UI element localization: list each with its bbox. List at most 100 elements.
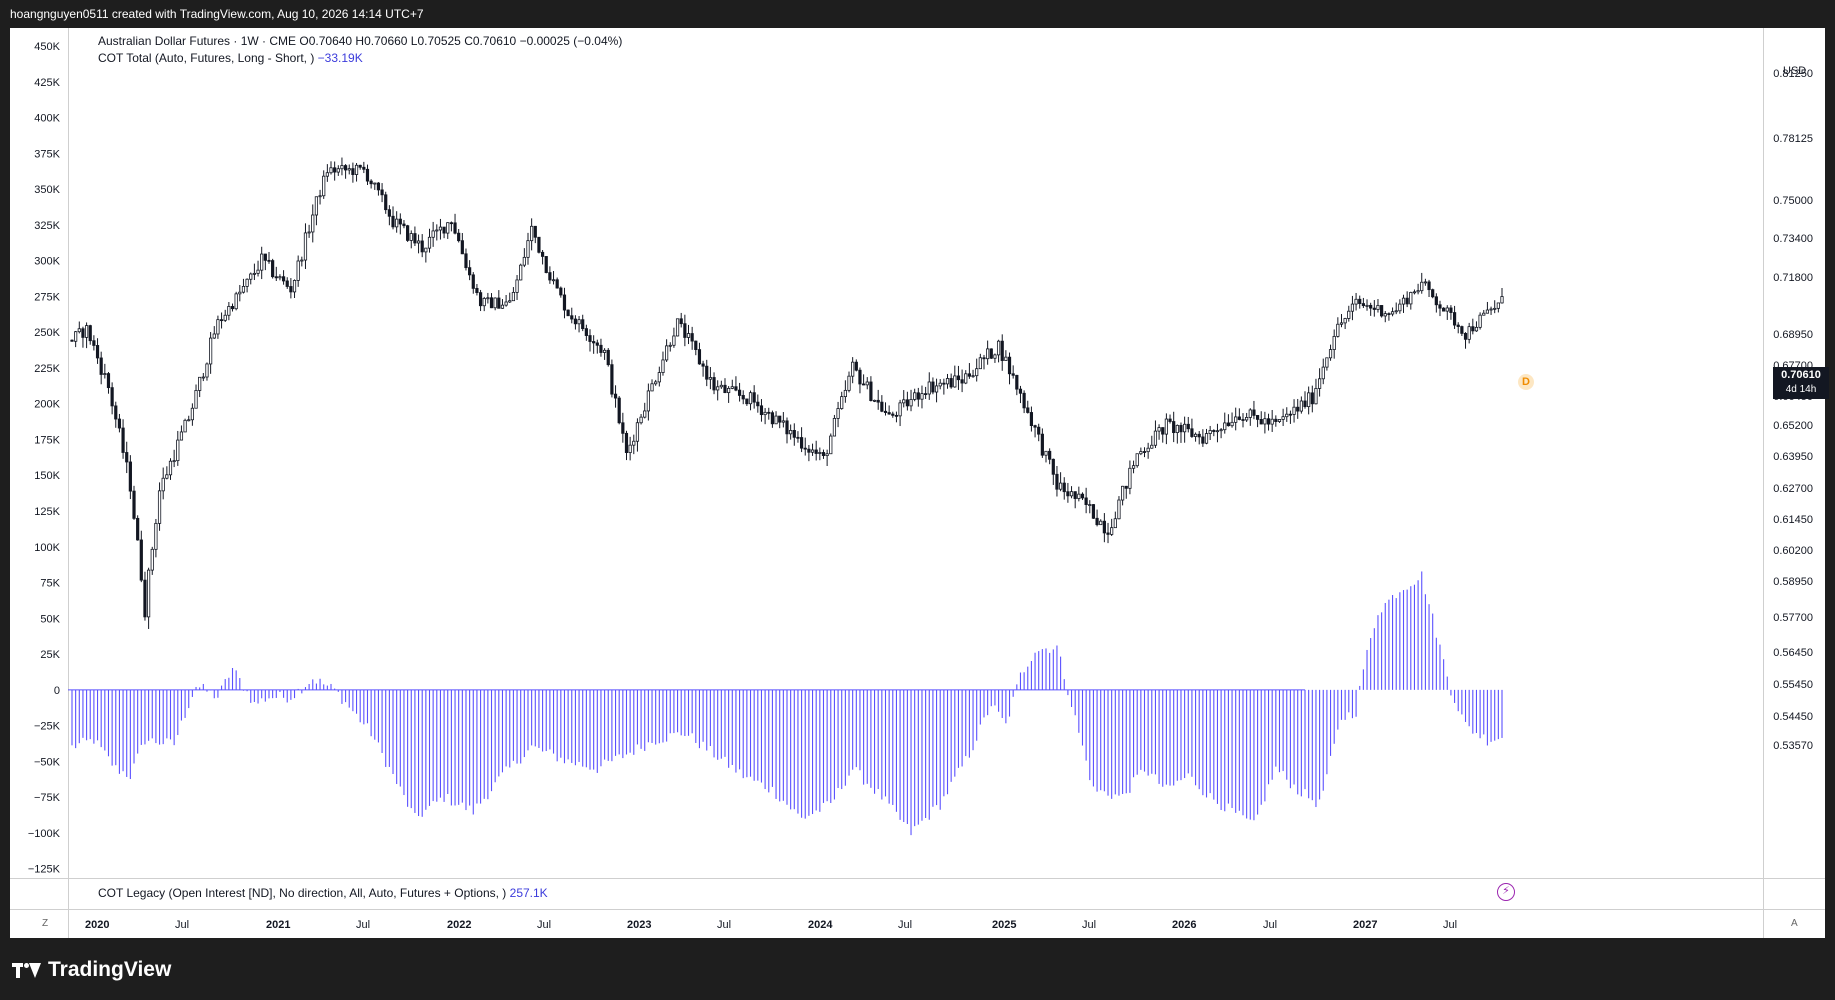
chart-frame[interactable]: 450K 425K 400K 375K 350K 325K 300K 275K 250K 225K… bbox=[10, 28, 1829, 938]
candle-body bbox=[1000, 340, 1004, 361]
candle-body bbox=[1266, 418, 1271, 425]
time-axis-tick-label: Jul bbox=[537, 919, 551, 931]
price-chart[interactable]: 450K 425K 400K 375K 350K 325K 300K 275K 250K 225K… bbox=[10, 28, 1825, 938]
candle-body bbox=[427, 236, 432, 249]
candle-body bbox=[416, 240, 421, 244]
cot-total-legend[interactable]: COT Total (Auto, Futures, Long - Short, … bbox=[98, 51, 363, 65]
candle-body bbox=[358, 164, 362, 168]
candle-body bbox=[1354, 298, 1358, 305]
candle-body bbox=[916, 392, 920, 400]
candle-body bbox=[825, 453, 829, 457]
candle-body bbox=[1208, 430, 1212, 434]
candle-body bbox=[402, 223, 406, 227]
candle-body bbox=[212, 333, 216, 339]
candle-body bbox=[190, 407, 194, 421]
candle-body bbox=[675, 318, 680, 337]
candle-body bbox=[387, 209, 391, 217]
candle-body bbox=[719, 384, 723, 388]
candle-body bbox=[1018, 388, 1023, 394]
candle-body bbox=[570, 315, 574, 320]
candle-body bbox=[799, 437, 804, 449]
candle-body bbox=[562, 294, 567, 311]
candle-body bbox=[603, 349, 607, 353]
candle-body bbox=[1460, 326, 1464, 334]
candle-body bbox=[1142, 451, 1147, 453]
candle-body bbox=[457, 232, 461, 242]
candle-body bbox=[829, 435, 833, 455]
symbol-ohlc: Australian Dollar Futures · 1W · CME O0.… bbox=[98, 34, 623, 48]
candle-body bbox=[967, 373, 971, 377]
left-axis-tick-label: 350K bbox=[34, 184, 60, 196]
candle-body bbox=[785, 420, 789, 435]
candle-body bbox=[409, 233, 413, 241]
candle-body bbox=[617, 397, 621, 424]
candle-body bbox=[435, 229, 439, 232]
candle-body bbox=[343, 165, 348, 171]
candle-body bbox=[391, 215, 395, 228]
candle-body bbox=[376, 182, 381, 191]
candle-body bbox=[1288, 413, 1293, 416]
candle-body bbox=[1369, 304, 1373, 309]
left-axis-tick-label: −125K bbox=[28, 864, 61, 876]
cot-total-label: COT Total (Auto, Futures, Long - Short, … bbox=[98, 51, 315, 65]
candle-body bbox=[1270, 418, 1274, 425]
candle-body bbox=[683, 323, 687, 338]
candle-body bbox=[1051, 458, 1055, 475]
candle-body bbox=[201, 376, 205, 379]
candle-body bbox=[818, 452, 822, 454]
right-axis-tick-label: 0.60200 bbox=[1773, 545, 1813, 557]
right-axis-tick-label: 0.58950 bbox=[1773, 576, 1813, 588]
left-axis-tick-label: 400K bbox=[34, 113, 60, 125]
tradingview-logo[interactable]: TradingView bbox=[12, 958, 171, 982]
candle-body bbox=[1248, 409, 1252, 418]
candle-body bbox=[1350, 303, 1355, 312]
candle-body bbox=[905, 399, 909, 407]
candle-body bbox=[1234, 416, 1238, 423]
dividend-marker[interactable]: D bbox=[1518, 374, 1534, 390]
candle-body bbox=[887, 412, 891, 415]
candle-body bbox=[336, 168, 340, 173]
candle-body bbox=[274, 276, 278, 279]
candle-body bbox=[121, 427, 125, 453]
time-axis-tick-label: 2027 bbox=[1353, 919, 1377, 931]
auto-scale-toggle[interactable]: A bbox=[1791, 918, 1798, 929]
candle-body bbox=[281, 276, 286, 282]
candle-body bbox=[300, 259, 304, 262]
left-axis-tick-label: 425K bbox=[34, 77, 60, 89]
candle-body bbox=[639, 416, 643, 424]
candle-body bbox=[103, 373, 107, 375]
candle-body bbox=[1033, 425, 1037, 428]
right-axis-tick-label: 0.61450 bbox=[1773, 514, 1813, 526]
candle-body bbox=[577, 319, 581, 325]
flash-icon[interactable]: ⚡ bbox=[1497, 883, 1515, 901]
candle-body bbox=[971, 375, 975, 378]
right-axis-tick-label: 0.75000 bbox=[1773, 195, 1813, 207]
candle-body bbox=[530, 225, 534, 242]
candle-body bbox=[1420, 281, 1424, 292]
candle-body bbox=[489, 297, 494, 309]
candle-body bbox=[716, 386, 720, 391]
timezone-toggle[interactable]: Z bbox=[42, 918, 48, 929]
candle-body bbox=[1055, 473, 1059, 490]
left-axis-tick-label: 200K bbox=[34, 399, 60, 411]
candle-body bbox=[770, 412, 775, 425]
candle-body bbox=[1416, 290, 1420, 293]
candle-body bbox=[909, 399, 913, 407]
candle-body bbox=[176, 439, 180, 462]
candle-body bbox=[737, 389, 742, 396]
candle-body bbox=[1303, 400, 1307, 408]
candle-body bbox=[1168, 418, 1172, 422]
time-axis-tick-label: Jul bbox=[1263, 919, 1277, 931]
candle-body bbox=[723, 384, 727, 394]
candle-body bbox=[150, 548, 154, 571]
currency-label[interactable]: USD bbox=[1783, 65, 1806, 77]
candle-body bbox=[325, 172, 329, 177]
right-axis-tick-label: 0.68950 bbox=[1773, 329, 1813, 341]
symbol-legend[interactable]: Australian Dollar Futures · 1W · CME O0.… bbox=[98, 34, 622, 48]
cot-legacy-legend[interactable]: COT Legacy (Open Interest [ND], No direc… bbox=[98, 886, 548, 900]
candle-body bbox=[1135, 453, 1139, 467]
candle-body bbox=[540, 251, 545, 257]
candle-body bbox=[657, 372, 661, 383]
candle-body bbox=[701, 363, 705, 367]
time-axis-tick-label: Jul bbox=[356, 919, 370, 931]
